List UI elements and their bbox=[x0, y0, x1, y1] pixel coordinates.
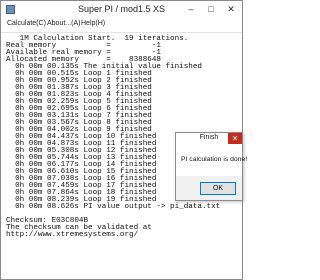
dialog-footer: OK bbox=[176, 176, 242, 200]
ok-button[interactable]: OK bbox=[200, 182, 236, 195]
maximize-button[interactable]: □ bbox=[205, 3, 217, 15]
menu-bar: Calculate(C) About...(A) Help(H) bbox=[1, 19, 242, 33]
dialog-body: PI calculation is done! bbox=[176, 144, 247, 176]
minimize-button[interactable]: – bbox=[185, 3, 197, 15]
title-bar[interactable]: Super PI / mod1.5 XS – □ ✕ bbox=[1, 1, 242, 19]
menu-calculate[interactable]: Calculate(C) bbox=[7, 20, 46, 27]
dialog-message: PI calculation is done! bbox=[181, 156, 248, 163]
close-button[interactable]: ✕ bbox=[225, 3, 237, 15]
dialog-title-bar[interactable]: Finish ✕ bbox=[176, 133, 242, 144]
log-line: 0h 00m 08.626s PI value output -> pi_dat… bbox=[6, 203, 221, 211]
validation-url: http://www.xtremesystems.org/ bbox=[6, 231, 139, 239]
menu-about[interactable]: About...(A) bbox=[47, 20, 80, 27]
finish-dialog: Finish ✕ PI calculation is done! OK bbox=[175, 132, 247, 201]
menu-help[interactable]: Help(H) bbox=[81, 20, 105, 27]
dialog-close-button[interactable]: ✕ bbox=[228, 133, 242, 144]
